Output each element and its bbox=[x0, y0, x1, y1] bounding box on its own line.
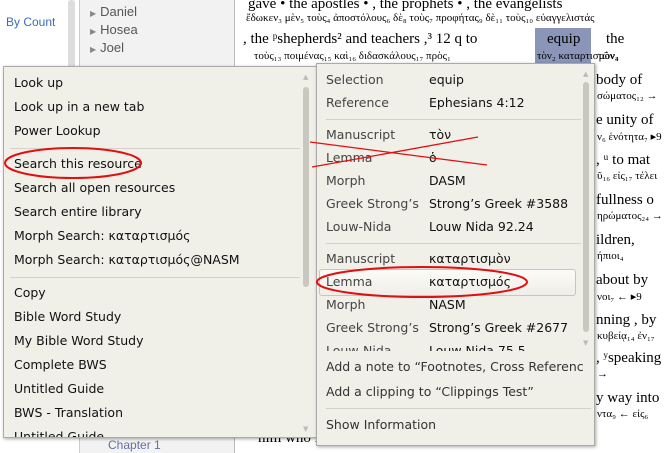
menu-item-my-bible-word-study[interactable]: My Bible Word Study bbox=[14, 333, 143, 348]
info-label: Lemma bbox=[326, 150, 373, 165]
verse-line-gr: ν₆ ἑνότητα₇ ▸9 bbox=[597, 131, 662, 143]
menu-item-look-up[interactable]: Look up bbox=[14, 75, 63, 90]
info-value-reference[interactable]: Ephesians 4:12 bbox=[429, 95, 525, 110]
word-info-panel: Selection equip Reference Ephesians 4:12… bbox=[316, 63, 595, 446]
verse-line-en: , the ᵖshepherds² and teachers ,³ 12 q t… bbox=[243, 31, 478, 47]
panel-separator bbox=[326, 408, 591, 409]
verse-line-gr: τοὺς₁₃ ποιμένας₁₅ καὶ₁₆ διδασκάλους₁₇ πρ… bbox=[254, 50, 451, 62]
info-label: Louw-Nida bbox=[326, 343, 392, 351]
verse-line-en: e unity of bbox=[596, 112, 654, 128]
info-value-louw-nida[interactable]: Louw Nida 75.5 bbox=[429, 343, 526, 351]
verse-line-gr: → bbox=[597, 368, 608, 380]
verse-line-gr: σώματος₁₂ → bbox=[597, 90, 658, 102]
menu-item-look-up-new-tab[interactable]: Look up in a new tab bbox=[14, 99, 144, 114]
menu-item-morph-search-nasm[interactable]: Morph Search: καταρτισμός@NASM bbox=[14, 252, 240, 267]
info-value-strongs[interactable]: Strong’s Greek #2677 bbox=[429, 320, 568, 335]
tree-item-label: Daniel bbox=[100, 4, 138, 19]
scroll-up-icon[interactable]: ▲ bbox=[303, 73, 308, 81]
menu-item-morph-search[interactable]: Morph Search: καταρτισμός bbox=[14, 228, 190, 243]
info-value-strongs[interactable]: Strong’s Greek #3588 bbox=[429, 196, 568, 211]
info-value-lemma[interactable]: καταρτισμός bbox=[429, 274, 511, 289]
info-value-manuscript[interactable]: καταρτισμὸν bbox=[429, 251, 511, 266]
menu-item-complete-bws[interactable]: Complete BWS bbox=[14, 357, 107, 372]
info-value-selection: equip bbox=[429, 72, 464, 87]
tree-item-hosea[interactable]: ▶ Hosea bbox=[90, 22, 138, 37]
by-count-link[interactable]: By Count bbox=[6, 15, 55, 29]
verse-line-gr: ήπιοι₄ bbox=[597, 250, 624, 262]
menu-item-power-lookup[interactable]: Power Lookup bbox=[14, 123, 101, 138]
scroll-up-icon[interactable]: ▲ bbox=[583, 70, 588, 78]
verse-line-gr: κυβείᾳ₁₄ ἐν₁₇ bbox=[597, 330, 655, 342]
menu-separator bbox=[10, 277, 300, 278]
tree-item-daniel[interactable]: ▶ Daniel bbox=[90, 4, 137, 19]
verse-line-en: about by bbox=[596, 272, 649, 288]
menu-scrollbar[interactable] bbox=[303, 87, 309, 287]
info-label: Morph bbox=[326, 173, 366, 188]
info-label: Manuscript bbox=[326, 127, 396, 142]
menu-item-untitled-guide-2[interactable]: Untitled Guide bbox=[14, 429, 104, 437]
tree-item-label: Hosea bbox=[100, 22, 138, 37]
menu-item-bws-translation[interactable]: BWS - Translation bbox=[14, 405, 123, 420]
info-label: Louw-Nida bbox=[326, 219, 392, 234]
show-information-item[interactable]: Show Information bbox=[326, 417, 436, 432]
add-note-item[interactable]: Add a note to “Footnotes, Cross Referenc… bbox=[326, 359, 583, 374]
panel-separator bbox=[326, 243, 581, 244]
info-value-louw-nida[interactable]: Louw Nida 92.24 bbox=[429, 219, 534, 234]
menu-separator bbox=[10, 148, 300, 149]
menu-item-untitled-guide[interactable]: Untitled Guide bbox=[14, 381, 104, 396]
verse-line-gr: ηρώματος₂₄ → bbox=[597, 210, 663, 222]
verse-line-en: , ʸspeaking bbox=[596, 350, 662, 366]
panel-separator bbox=[326, 119, 581, 120]
info-label: Morph bbox=[326, 297, 366, 312]
menu-item-search-this-resource[interactable]: Search this resource bbox=[14, 156, 142, 171]
panel-scrollbar[interactable] bbox=[583, 82, 589, 332]
expand-triangle-icon[interactable]: ▶ bbox=[90, 27, 96, 36]
info-value-morph[interactable]: NASM bbox=[429, 297, 466, 312]
verse-line-en: , ᵘ to mat bbox=[596, 152, 651, 168]
verse-line-gr: ῦ₁₆ εἰς₁₇ τέλει bbox=[597, 170, 658, 182]
tree-item-joel[interactable]: ▶ Joel bbox=[90, 40, 124, 55]
verse-line-gr: νοι₇ ← ▸9 bbox=[597, 291, 642, 303]
menu-item-search-library[interactable]: Search entire library bbox=[14, 204, 142, 219]
tree-item-chapter[interactable]: Chapter 1 bbox=[108, 439, 161, 452]
menu-item-copy[interactable]: Copy bbox=[14, 285, 46, 300]
info-label: Lemma bbox=[326, 274, 373, 289]
info-value-lemma[interactable]: ὁ bbox=[429, 150, 437, 165]
verse-word: the bbox=[606, 31, 625, 47]
verse-line-en: ildren, bbox=[596, 232, 635, 248]
menu-item-search-all-open[interactable]: Search all open resources bbox=[14, 180, 175, 195]
info-label: Manuscript bbox=[326, 251, 396, 266]
scroll-down-icon[interactable]: ▼ bbox=[583, 339, 588, 347]
menu-item-bible-word-study[interactable]: Bible Word Study bbox=[14, 309, 121, 324]
expand-triangle-icon[interactable]: ▶ bbox=[90, 45, 96, 54]
info-value-manuscript[interactable]: τὸν bbox=[429, 127, 451, 142]
verse-line-gr: ἔδωκεν₃ μὲν₅ τοὺς₄ ἀποστόλους₆ δὲ₈ τοὺς₇… bbox=[246, 12, 595, 24]
info-label: Selection bbox=[326, 72, 384, 87]
tree-item-label: Joel bbox=[100, 40, 125, 55]
info-label: Greek Strong’s bbox=[326, 320, 419, 335]
verse-line-en: nning , by bbox=[596, 312, 657, 328]
verse-word-gr: τῶν₄ bbox=[598, 50, 619, 62]
info-value-morph[interactable]: DASM bbox=[429, 173, 466, 188]
context-menu: Look up Look up in a new tab Power Looku… bbox=[3, 66, 318, 438]
expand-triangle-icon[interactable]: ▶ bbox=[90, 9, 96, 18]
info-label: Reference bbox=[326, 95, 389, 110]
selected-word[interactable]: equip bbox=[547, 31, 580, 48]
verse-line-gr: ντα₉ ← εἰς₆ bbox=[597, 408, 649, 420]
verse-line-en: fullness o bbox=[596, 192, 654, 208]
add-clipping-item[interactable]: Add a clipping to “Clippings Test” bbox=[326, 384, 534, 399]
verse-line-en: body of bbox=[596, 72, 643, 88]
scroll-down-icon[interactable]: ▼ bbox=[303, 425, 308, 433]
verse-line-en: y way into bbox=[596, 390, 660, 406]
info-label: Greek Strong’s bbox=[326, 196, 419, 211]
